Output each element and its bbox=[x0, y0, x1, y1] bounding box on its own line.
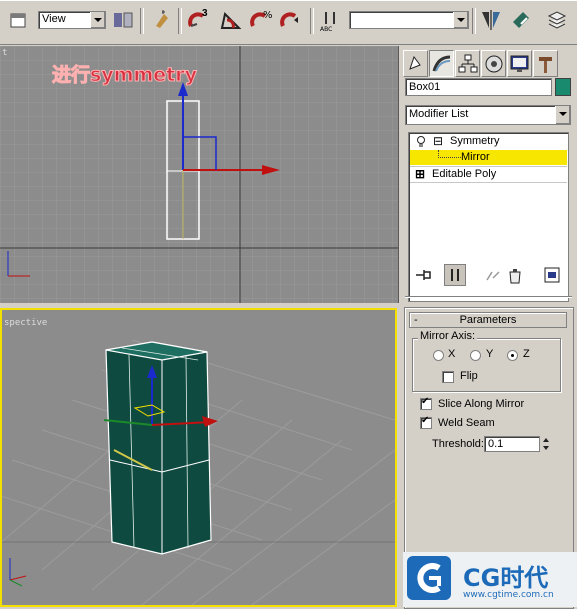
chevron-down-icon[interactable] bbox=[555, 106, 570, 124]
slice-along-mirror-checkbox[interactable] bbox=[420, 396, 432, 410]
watermark-logo: CG时代 www.cgtime.com.cn bbox=[403, 552, 577, 607]
snap-count: 3 bbox=[202, 8, 208, 19]
threshold-label: Threshold: bbox=[432, 438, 484, 450]
view-dropdown-value: View bbox=[42, 13, 66, 25]
mirror-axis-label: Mirror Axis: bbox=[418, 330, 477, 342]
pivot-center-icon[interactable] bbox=[111, 8, 135, 32]
panel-divider bbox=[405, 296, 572, 298]
toolbar-divider bbox=[178, 8, 182, 34]
axis-z-label: Z bbox=[523, 348, 530, 360]
collapse-icon[interactable]: ⊟ bbox=[433, 134, 443, 148]
reference-coordinate-dropdown[interactable]: View bbox=[38, 11, 106, 29]
flip-checkbox[interactable] bbox=[442, 371, 454, 383]
modifier-list-label: Modifier List bbox=[409, 108, 469, 120]
rollout-title-bar[interactable]: - Parameters bbox=[409, 312, 567, 328]
tab-hierarchy[interactable] bbox=[455, 50, 480, 77]
angle-snap-icon[interactable] bbox=[219, 8, 243, 32]
select-manipulate-icon[interactable] bbox=[150, 8, 174, 32]
show-end-result-icon[interactable] bbox=[444, 264, 466, 286]
radio-axis-y[interactable] bbox=[470, 350, 481, 361]
display-icon bbox=[510, 55, 529, 72]
weld-seam-checkbox[interactable] bbox=[420, 415, 432, 429]
stack-divider bbox=[410, 182, 567, 183]
watermark-brand: CG时代 bbox=[463, 564, 549, 592]
slice-along-mirror-label: Slice Along Mirror bbox=[438, 398, 525, 410]
annotation-overlay: 进行symmetry bbox=[51, 64, 198, 87]
chevron-down-icon[interactable] bbox=[453, 12, 468, 28]
radio-axis-z[interactable] bbox=[507, 350, 518, 361]
stack-item-editable-poly[interactable]: ⊞ Editable Poly bbox=[410, 166, 567, 182]
command-panel: Box01 Modifier List ⊟ Symmetry Mirror ⊞ … bbox=[400, 46, 577, 609]
expand-icon[interactable]: ⊞ bbox=[415, 167, 425, 181]
toolbar-divider bbox=[310, 8, 314, 34]
stack-item-label: Mirror bbox=[461, 151, 490, 163]
perspective-viewport[interactable]: spective bbox=[0, 308, 397, 607]
layer-manager-icon[interactable] bbox=[545, 8, 569, 32]
motion-icon bbox=[485, 55, 503, 73]
axis-y-label: Y bbox=[486, 348, 494, 360]
viewport-label: t bbox=[2, 48, 8, 58]
select-object-icon[interactable] bbox=[6, 8, 30, 32]
stack-item-label: Editable Poly bbox=[432, 168, 497, 180]
tab-motion[interactable] bbox=[481, 50, 506, 77]
object-name-value: Box01 bbox=[409, 81, 441, 93]
radio-axis-x[interactable] bbox=[433, 350, 444, 361]
object-name-field[interactable]: Box01 bbox=[405, 78, 552, 96]
viewport-label: spective bbox=[4, 318, 48, 328]
flip-label: Flip bbox=[460, 370, 478, 382]
percent-snap-icon[interactable]: % bbox=[249, 8, 273, 32]
lightbulb-icon[interactable] bbox=[416, 136, 426, 148]
tree-connector bbox=[438, 150, 461, 158]
top-viewport[interactable]: t 进行symmetry bbox=[0, 46, 399, 303]
axis-x-label: X bbox=[448, 348, 456, 360]
snaps-toggle-icon[interactable]: 3 bbox=[187, 8, 211, 32]
mirror-icon[interactable] bbox=[479, 8, 503, 32]
svg-text:%: % bbox=[263, 10, 273, 21]
object-color-swatch[interactable] bbox=[555, 78, 571, 96]
toolbar-divider bbox=[140, 8, 144, 34]
create-icon bbox=[409, 55, 421, 70]
svg-text:ABC: ABC bbox=[320, 26, 332, 32]
perspective-viewport-scene bbox=[2, 310, 395, 605]
stack-item-symmetry[interactable]: ⊟ Symmetry bbox=[410, 134, 567, 149]
configure-modifier-sets-icon[interactable] bbox=[541, 264, 563, 286]
spinner-arrows-icon[interactable] bbox=[541, 436, 551, 452]
hierarchy-icon bbox=[458, 54, 478, 73]
tab-create[interactable] bbox=[403, 50, 428, 77]
collapse-rollout-icon[interactable]: - bbox=[414, 313, 418, 327]
rollout-title: Parameters bbox=[459, 314, 517, 326]
modifier-list-dropdown[interactable]: Modifier List bbox=[405, 105, 571, 125]
threshold-input[interactable]: 0.1 bbox=[484, 436, 540, 452]
spinner-snap-icon[interactable] bbox=[279, 8, 303, 32]
named-selection-set-dropdown[interactable] bbox=[349, 11, 469, 29]
edit-named-selection-icon[interactable]: ABC bbox=[318, 8, 342, 33]
toolbar-divider bbox=[472, 8, 476, 34]
tab-display[interactable] bbox=[507, 50, 532, 77]
tab-utilities[interactable] bbox=[533, 50, 558, 77]
stack-item-mirror[interactable]: Mirror bbox=[410, 150, 567, 165]
chevron-down-icon[interactable] bbox=[90, 12, 105, 28]
weld-seam-label: Weld Seam bbox=[438, 417, 495, 429]
pin-stack-icon[interactable] bbox=[412, 264, 434, 286]
main-toolbar: View 3 % ABC bbox=[0, 0, 577, 45]
make-unique-icon[interactable] bbox=[482, 264, 504, 286]
align-icon[interactable] bbox=[509, 8, 533, 32]
threshold-value: 0.1 bbox=[488, 438, 504, 450]
modify-icon bbox=[432, 55, 451, 72]
remove-modifier-icon[interactable] bbox=[504, 264, 526, 286]
watermark-url: www.cgtime.com.cn bbox=[463, 590, 554, 600]
stack-item-label: Symmetry bbox=[450, 135, 500, 147]
threshold-spinner[interactable] bbox=[541, 436, 551, 452]
tab-modify[interactable] bbox=[429, 50, 454, 77]
mirror-axis-group bbox=[412, 338, 561, 392]
cg-logo-icon bbox=[407, 556, 451, 600]
hammer-icon bbox=[539, 57, 552, 73]
